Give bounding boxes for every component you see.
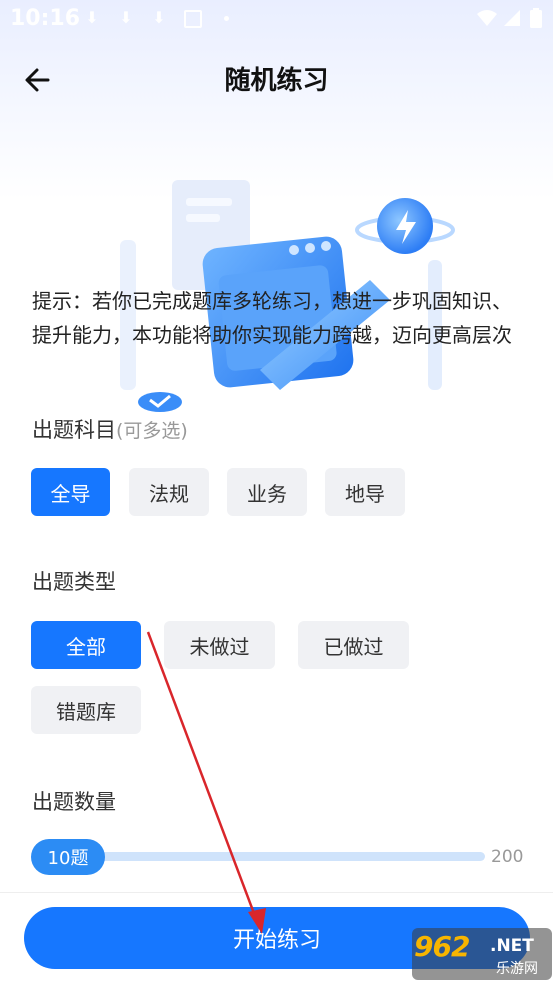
watermark-suffix: .NET: [490, 936, 534, 956]
subject-chip-local-guide[interactable]: 地导: [325, 468, 405, 516]
download-icon: ⬇: [85, 8, 99, 27]
wifi-icon: [477, 10, 497, 26]
hint-text: 提示：若你已完成题库多轮练习，想进一步巩固知识、提升能力，本功能将助你实现能力跨…: [32, 289, 512, 347]
status-bar: 10:16 ⬇ ⬇ ⬇: [0, 0, 553, 38]
notification-icon: [184, 10, 202, 28]
type-chip-done[interactable]: 已做过: [298, 621, 409, 669]
signal-icon: [504, 10, 520, 26]
count-slider-track[interactable]: [40, 852, 485, 861]
type-section-label: 出题类型: [32, 570, 116, 594]
subject-chip-all[interactable]: 全导: [31, 468, 110, 516]
download-icon: ⬇: [152, 8, 166, 27]
status-time: 10:16: [10, 6, 81, 31]
subject-chip-business[interactable]: 业务: [227, 468, 307, 516]
subject-label: 出题科目: [32, 418, 116, 442]
count-slider-max: 200: [491, 847, 524, 867]
count-slider-thumb[interactable]: 10题: [31, 839, 105, 875]
subject-section-label: 出题科目(可多选): [32, 414, 188, 444]
type-chip-not-done[interactable]: 未做过: [164, 621, 275, 669]
subject-sub-label: (可多选): [116, 420, 188, 442]
footer-divider: [0, 892, 553, 893]
download-icon: ⬇: [119, 8, 133, 27]
type-chip-wrong-questions[interactable]: 错题库: [31, 686, 141, 734]
watermark-brand: 962: [414, 930, 470, 963]
type-chip-all[interactable]: 全部: [31, 621, 141, 669]
subject-chip-law[interactable]: 法规: [129, 468, 209, 516]
watermark-logo: 962 .NET 乐游网: [412, 928, 552, 980]
battery-icon: [530, 8, 542, 28]
count-section-label: 出题数量: [32, 790, 116, 814]
more-notifications-dot-icon: [224, 16, 229, 21]
watermark-sub: 乐游网: [496, 961, 538, 977]
page-title: 随机练习: [224, 66, 329, 96]
